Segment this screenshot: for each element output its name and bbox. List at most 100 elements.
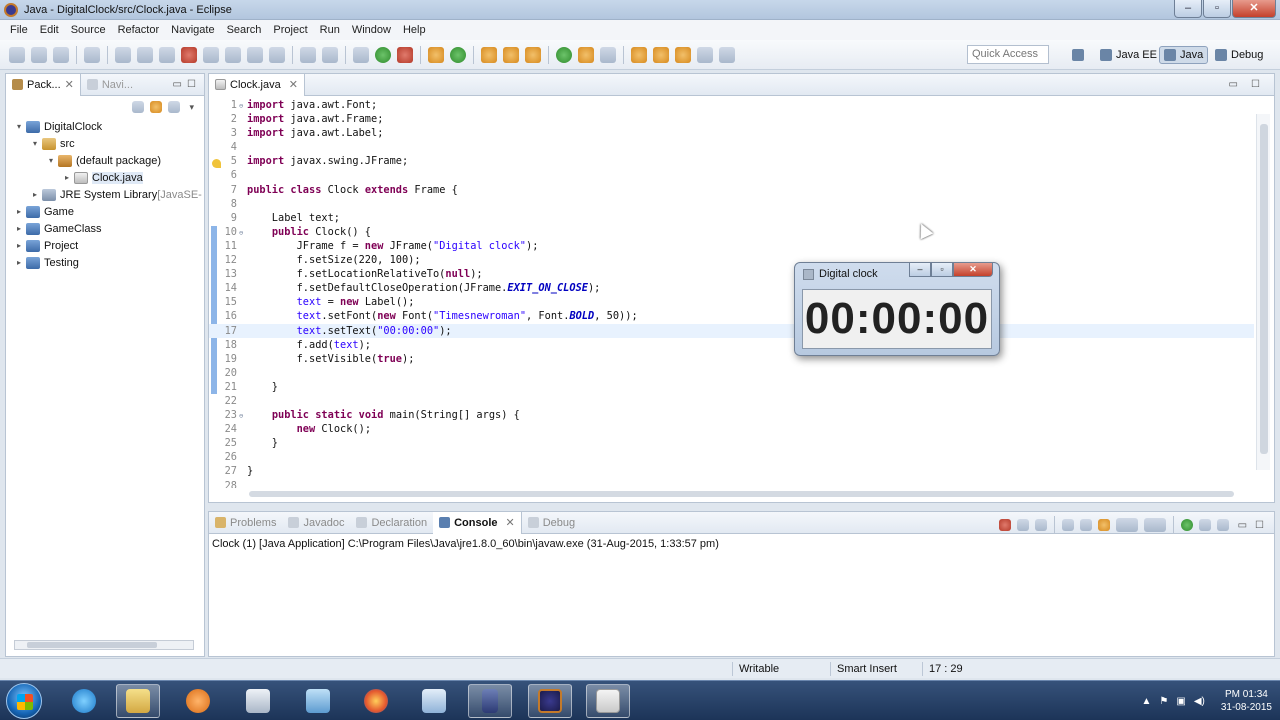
taskbar-media-player[interactable] [176,684,220,718]
taskbar-paint[interactable] [412,684,456,718]
horizontal-scrollbar[interactable] [213,640,1243,650]
menu-refactor[interactable]: Refactor [112,24,166,36]
tree-item[interactable]: ▸ GameClass [6,220,204,237]
tab-problems[interactable]: Problems [209,512,282,534]
tree-item[interactable]: ▸ JRE System Library [JavaSE- [6,186,204,203]
terminate-icon[interactable] [181,46,197,63]
menu-file[interactable]: File [4,24,34,36]
code-line[interactable]: 3 import java.awt.Label; [209,126,1254,140]
open-perspective-button[interactable] [1068,46,1092,64]
menu-source[interactable]: Source [65,24,112,36]
perspective-debug[interactable]: Debug [1211,46,1267,64]
terminate-icon[interactable] [998,519,1011,531]
drop-to-frame-icon[interactable] [300,46,316,63]
run-icon[interactable] [375,46,391,63]
code-line[interactable]: 19 f.setVisible(true); [209,352,1254,366]
code-line[interactable]: 7 public class Clock extends Frame { [209,183,1254,197]
tab-declaration[interactable]: Declaration [350,512,433,534]
code-line[interactable]: 23 ⊖ public static void main(String[] arg… [209,408,1254,422]
code-line[interactable]: 4 [209,140,1254,154]
expand-arrow-icon[interactable]: ▸ [62,173,72,182]
code-line[interactable]: 17 text.setText("00:00:00"); [209,323,1254,338]
code-line[interactable]: 1 ⊖ import java.awt.Font; [209,98,1254,112]
show-whitespace-icon[interactable] [600,46,616,63]
word-wrap-icon[interactable] [1097,519,1110,531]
new-java-project-icon[interactable] [428,46,444,63]
tree-item[interactable]: ▸ Project [6,237,204,254]
tab-navigator[interactable]: Navi... [81,74,139,96]
code-line[interactable]: 15 text = new Label(); [209,295,1254,309]
taskbar-internet-explorer[interactable] [62,684,106,718]
filter-icon[interactable] [168,101,181,113]
expand-arrow-icon[interactable]: ▸ [14,207,24,216]
minimize-view-icon[interactable]: ▭ [1229,79,1238,90]
step-into-icon[interactable] [225,46,241,63]
code-line[interactable]: 24 new Clock(); [209,422,1254,436]
menu-edit[interactable]: Edit [34,24,65,36]
previous-annotation-icon[interactable] [653,46,669,63]
digital-clock-window[interactable]: Digital clock – ▫ ✕ 00:00:00 [794,262,1000,356]
step-return-icon[interactable] [269,46,285,63]
tree-item[interactable]: ▸ Testing [6,254,204,271]
close-icon[interactable]: ✕ [506,512,515,534]
menu-navigate[interactable]: Navigate [165,24,220,36]
remove-launch-icon[interactable] [1016,519,1029,531]
taskbar-phone-app[interactable] [468,684,512,718]
maximize-button[interactable]: ▫ [1203,0,1231,18]
scrollbar-thumb[interactable] [249,491,1234,497]
maximize-view-icon[interactable]: ☐ [187,79,196,90]
tab-package-explorer[interactable]: Pack... ✕ [6,73,81,96]
new-icon[interactable] [9,46,25,63]
show-console-on-stderr-icon[interactable] [1143,518,1166,532]
code-line[interactable]: 27} [209,464,1254,478]
tree-item[interactable]: ▸ Game [6,203,204,220]
code-line[interactable]: 25 } [209,436,1254,450]
code-line[interactable]: 9 Label text; [209,211,1254,225]
perspective-java-ee[interactable]: Java EE [1096,46,1161,64]
code-line[interactable]: 6 [209,168,1254,182]
close-button[interactable]: ✕ [1232,0,1276,18]
close-icon[interactable]: ✕ [289,74,298,96]
code-line[interactable]: 16 text.setFont(new Font("Timesnewroman"… [209,309,1254,323]
suspend-icon[interactable] [159,46,175,63]
expand-arrow-icon[interactable]: ▾ [30,139,40,148]
taskbar-firefox[interactable] [354,684,398,718]
scroll-lock-icon[interactable] [1079,519,1092,531]
network-icon[interactable]: ▣ [1176,696,1185,707]
minimize-view-icon[interactable]: ▭ [1238,520,1247,531]
expand-arrow-icon[interactable]: ▾ [14,122,24,131]
code-line[interactable]: 13 f.setLocationRelativeTo(null); [209,267,1254,281]
step-over-icon[interactable] [247,46,263,63]
skip-breakpoints-icon[interactable] [115,46,131,63]
use-step-filters-icon[interactable] [322,46,338,63]
code-line[interactable]: 5 import javax.swing.JFrame; [209,154,1254,168]
close-icon[interactable]: ✕ [65,74,74,96]
horizontal-scrollbar[interactable] [249,489,1239,499]
new-package-icon[interactable] [450,46,466,63]
tab-javadoc[interactable]: Javadoc [282,512,350,534]
new-class-icon[interactable] [481,46,497,63]
open-console-icon[interactable] [1216,519,1229,531]
remove-all-terminated-icon[interactable] [1034,519,1047,531]
toggle-mark-occurrences-icon[interactable] [578,46,594,63]
back-icon[interactable] [697,46,713,63]
system-clock[interactable]: PM 01:34 31-08-2015 [1221,688,1272,714]
show-console-on-stdout-icon[interactable] [1115,518,1138,532]
menu-project[interactable]: Project [267,24,313,36]
perspective-java[interactable]: Java [1159,46,1209,64]
save-all-icon[interactable] [53,46,69,63]
horizontal-scrollbar[interactable] [14,640,194,650]
code-text-area[interactable]: 1 ⊖ import java.awt.Font; 2 import java.awt.… [209,98,1254,488]
tree-item[interactable]: ▾ DigitalClock [6,118,204,135]
expand-arrow-icon[interactable]: ▸ [14,241,24,250]
taskbar-document[interactable] [236,684,280,718]
collapse-all-icon[interactable] [132,101,145,113]
tree-item[interactable]: ▸ Clock.java [6,169,204,186]
quick-access-input[interactable]: Quick Access [967,45,1049,64]
clock-minimize-button[interactable]: – [909,263,931,277]
maximize-view-icon[interactable]: ☐ [1255,520,1264,531]
forward-icon[interactable] [719,46,735,63]
search-icon[interactable] [556,46,572,63]
volume-icon[interactable]: ◀) [1194,696,1205,707]
save-icon[interactable] [31,46,47,63]
